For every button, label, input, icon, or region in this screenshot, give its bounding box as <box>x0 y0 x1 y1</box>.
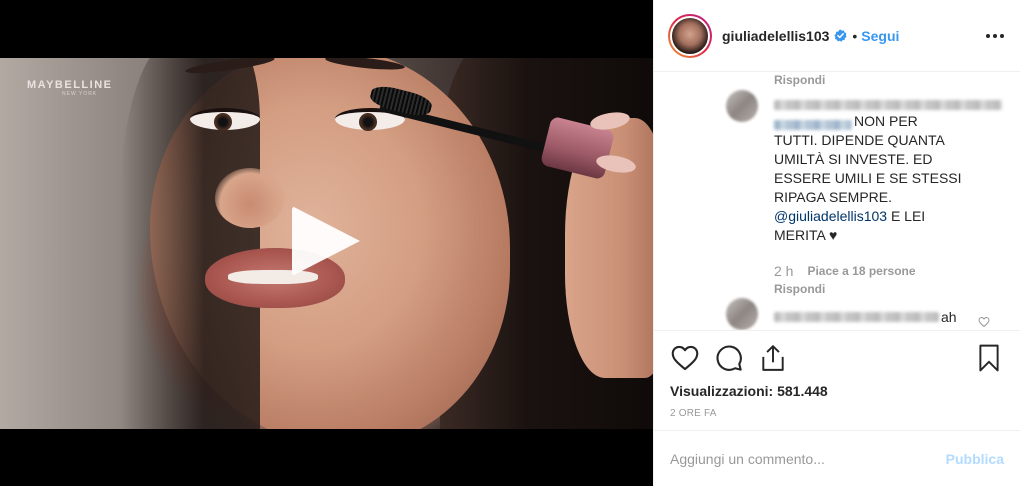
comment-avatar[interactable] <box>726 298 758 330</box>
comment-line: ESSERE UMILI E SE STESSI <box>774 170 962 186</box>
comment-input[interactable] <box>670 450 946 467</box>
video-brand-logo: MAYBELLINE <box>27 79 113 91</box>
video-brand-logo-sub: NEW YORK <box>62 91 98 97</box>
avatar-image <box>670 15 710 56</box>
more-dot <box>993 33 997 38</box>
like-heart-icon[interactable] <box>670 343 700 373</box>
video-scene-nose <box>215 168 285 228</box>
post-sidebar: giuliadelellis103 • Segui Rispondi NON P… <box>653 0 1020 486</box>
comment-like-heart-icon[interactable] <box>978 316 990 328</box>
avatar[interactable] <box>668 13 712 58</box>
comment-meta: 2 h Piace a 18 persone <box>774 263 916 279</box>
video-scene-eye-left <box>190 108 260 131</box>
comment-line: NON PER <box>854 113 918 129</box>
username-link[interactable]: giuliadelellis103 <box>722 28 829 44</box>
mention-link[interactable]: @giuliadelellis103 <box>774 208 887 224</box>
comment-line: TUTTI. DIPENDE QUANTA <box>774 132 945 148</box>
comment-likes[interactable]: Piace a 18 persone <box>807 264 915 278</box>
reply-button[interactable]: Rispondi <box>774 282 825 296</box>
comment-line: MERITA ♥ <box>774 227 838 243</box>
follow-button[interactable]: Segui <box>861 28 899 44</box>
publish-button[interactable]: Pubblica <box>946 451 1004 467</box>
comment-line: RIPAGA SEMPRE. <box>774 189 892 205</box>
video-frame[interactable]: MAYBELLINE NEW YORK <box>0 58 653 429</box>
share-icon[interactable] <box>758 343 788 373</box>
comment-line-tail: E LEI <box>887 208 926 224</box>
heart-icon <box>671 345 699 371</box>
more-dot <box>986 33 990 38</box>
comments-list[interactable]: Rispondi NON PER TUTTI. DIPENDE QUANTA U… <box>654 72 1020 330</box>
more-dot <box>1000 33 1004 38</box>
comment-bubble-icon[interactable] <box>714 343 744 373</box>
comment-avatar[interactable] <box>726 90 758 122</box>
comment-text: NON PER TUTTI. DIPENDE QUANTA UMILTÀ SI … <box>774 112 994 245</box>
reply-button[interactable]: Rispondi <box>774 73 825 87</box>
verified-badge-icon <box>834 29 847 42</box>
more-options-icon[interactable] <box>986 28 1004 44</box>
instagram-post: MAYBELLINE NEW YORK giuliadelellis103 • <box>0 0 1020 486</box>
redacted-username <box>774 100 1002 110</box>
redacted-comment <box>774 312 939 322</box>
post-timestamp[interactable]: 2 ORE FA <box>670 408 1004 419</box>
speech-bubble-icon <box>716 345 742 371</box>
comment-line: @giuliadelellis103 E LEI <box>774 207 994 226</box>
upload-arrow-icon <box>762 345 784 371</box>
view-count[interactable]: Visualizzazioni: 581.448 <box>670 383 1004 399</box>
play-icon[interactable] <box>292 206 360 276</box>
save-bookmark-icon[interactable] <box>974 343 1004 373</box>
comment-line: UMILTÀ SI INVESTE. ED <box>774 151 933 167</box>
post-header: giuliadelellis103 • Segui <box>654 0 1020 72</box>
add-comment-bar: Pubblica <box>654 430 1020 486</box>
comment-time[interactable]: 2 h <box>774 263 793 279</box>
video-player[interactable]: MAYBELLINE NEW YORK <box>0 0 653 486</box>
action-icons <box>670 331 1004 381</box>
post-actions: Visualizzazioni: 581.448 2 ORE FA <box>654 330 1020 419</box>
header-separator: • <box>852 27 858 44</box>
comment-text-fragment: ah <box>941 309 957 325</box>
bookmark-icon <box>979 344 999 372</box>
